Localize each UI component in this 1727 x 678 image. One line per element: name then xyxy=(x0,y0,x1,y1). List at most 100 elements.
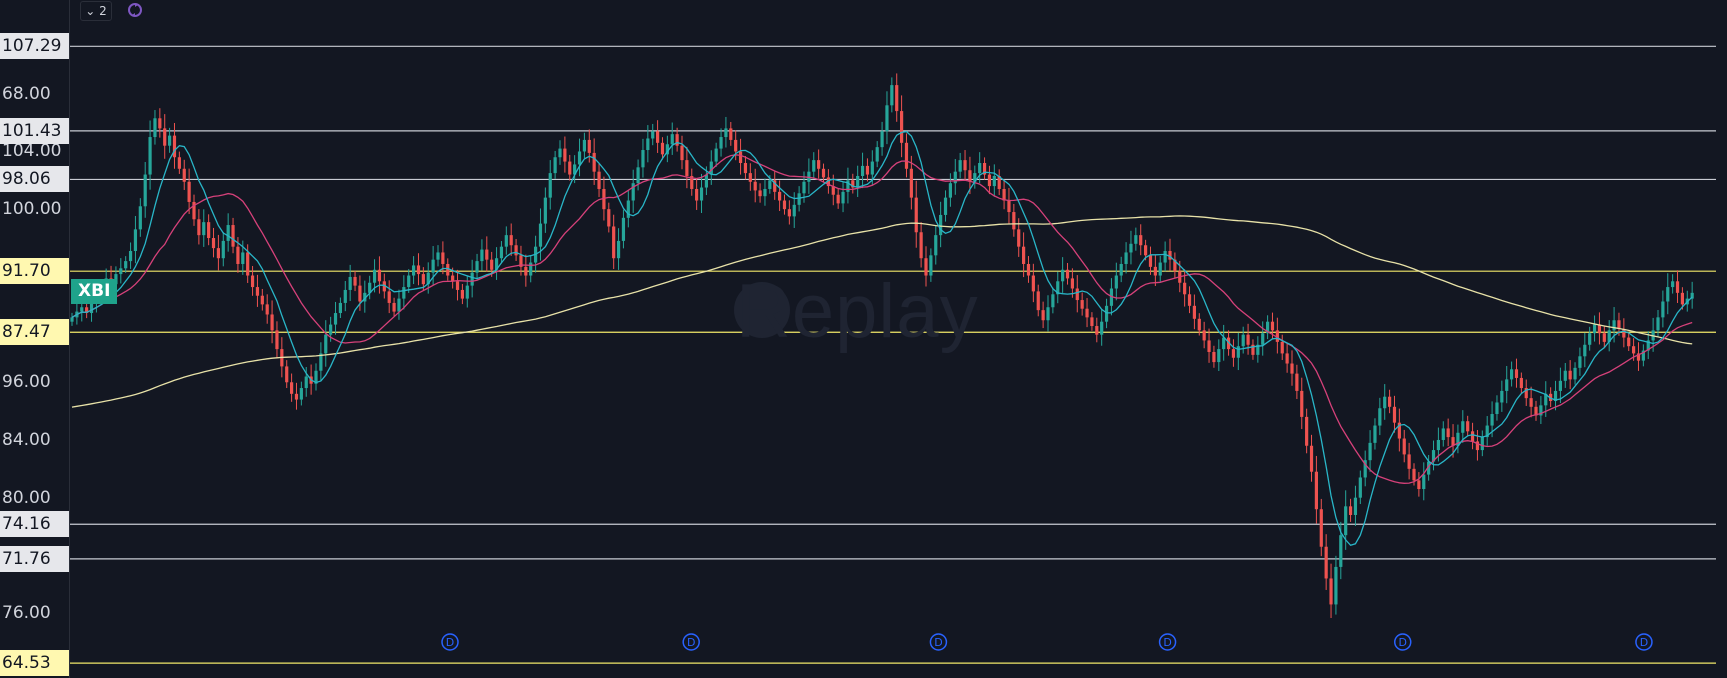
candle-body-179 xyxy=(943,197,948,215)
candle-body-26 xyxy=(197,219,201,236)
watermark-text: Replay xyxy=(736,269,979,354)
candle-body-147 xyxy=(787,209,791,217)
candle-body-219 xyxy=(1139,235,1143,246)
candle-body-69 xyxy=(407,275,411,288)
candle-body-262 xyxy=(1348,506,1353,515)
candle-body-257 xyxy=(1324,546,1328,579)
candle-body-306 xyxy=(1563,370,1567,381)
candle-body-201 xyxy=(1051,294,1055,308)
candle-body-53 xyxy=(329,324,333,335)
candle-body-289 xyxy=(1480,437,1484,451)
candle-body-135 xyxy=(729,128,733,140)
candle-body-297 xyxy=(1519,377,1523,389)
candle-body-29 xyxy=(211,238,216,249)
candle-body-24 xyxy=(187,181,191,202)
level-price-label-6: 71.76 xyxy=(0,545,69,572)
candle-body-233 xyxy=(1207,340,1211,352)
candle-body-100 xyxy=(558,148,562,158)
candle-body-277 xyxy=(1422,474,1426,490)
candle-body-263 xyxy=(1353,497,1358,515)
candle-body-329 xyxy=(1675,281,1680,293)
candle-body-74 xyxy=(431,259,435,273)
candle-body-142 xyxy=(763,188,767,197)
candle-body-19 xyxy=(163,128,167,146)
candle-body-21 xyxy=(172,135,177,158)
candle-body-82 xyxy=(470,272,474,286)
candle-body-246 xyxy=(1270,321,1275,331)
candle-body-170 xyxy=(900,111,904,143)
candle-body-264 xyxy=(1358,477,1362,498)
candle-body-83 xyxy=(475,261,479,273)
candle-body-58 xyxy=(353,276,357,286)
candle-body-89 xyxy=(504,235,508,247)
candle-body-212 xyxy=(1104,305,1109,322)
candle-body-59 xyxy=(358,285,362,302)
candle-body-287 xyxy=(1470,431,1475,442)
candle-body-98 xyxy=(548,173,552,198)
candle-body-117 xyxy=(641,150,645,168)
candle-body-52 xyxy=(324,334,328,354)
candle-body-15 xyxy=(143,174,147,207)
candle-body-139 xyxy=(748,173,752,182)
candle-body-199 xyxy=(1041,310,1045,321)
candle-body-197 xyxy=(1031,275,1035,292)
candle-body-280 xyxy=(1436,439,1440,451)
candle-body-106 xyxy=(587,139,591,153)
candle-body-67 xyxy=(397,298,401,312)
candle-body-31 xyxy=(221,240,225,259)
candle-body-244 xyxy=(1261,333,1265,345)
candle-body-47 xyxy=(299,388,303,400)
candle-body-41 xyxy=(270,314,274,331)
candle-body-240 xyxy=(1241,334,1245,347)
dividend-marker-label-3: D xyxy=(1163,636,1171,649)
candle-body-44 xyxy=(285,366,289,383)
candle-body-121 xyxy=(660,142,665,155)
candle-body-75 xyxy=(436,252,440,260)
candle-body-320 xyxy=(1632,346,1636,354)
candle-body-35 xyxy=(241,252,245,264)
candle-body-178 xyxy=(939,214,943,236)
candle-body-192 xyxy=(1007,200,1011,213)
candle-body-238 xyxy=(1231,349,1236,358)
candle-body-84 xyxy=(480,249,484,262)
candle-body-10 xyxy=(119,268,123,275)
candle-body-81 xyxy=(465,285,469,299)
candle-body-158 xyxy=(841,191,845,204)
candle-body-276 xyxy=(1417,480,1421,490)
candle-body-317 xyxy=(1617,320,1621,329)
candle-body-40 xyxy=(265,304,269,315)
sync-icon[interactable] xyxy=(127,2,143,18)
candle-body-46 xyxy=(294,393,299,400)
candle-body-239 xyxy=(1236,346,1240,358)
candle-body-105 xyxy=(582,139,586,152)
candle-body-130 xyxy=(704,174,708,188)
candle-body-97 xyxy=(543,197,547,224)
level-price-label-4: 87.47 xyxy=(0,319,69,346)
candle-body-207 xyxy=(1080,300,1084,309)
candle-body-291 xyxy=(1490,414,1494,426)
candle-body-295 xyxy=(1510,369,1514,380)
candle-body-282 xyxy=(1446,428,1450,438)
candle-body-77 xyxy=(446,263,450,276)
candle-body-286 xyxy=(1466,421,1470,432)
dividend-marker-label-4: D xyxy=(1398,636,1406,649)
candle-body-309 xyxy=(1578,356,1582,368)
candle-body-228 xyxy=(1183,282,1187,295)
candle-body-312 xyxy=(1592,324,1597,334)
candle-body-56 xyxy=(343,289,347,303)
candle-body-94 xyxy=(529,262,533,276)
candle-body-124 xyxy=(675,134,679,146)
candle-body-126 xyxy=(685,160,689,176)
collapse-panes-button[interactable]: ⌄ 2 xyxy=(80,1,112,21)
candle-body-45 xyxy=(290,382,294,394)
candle-body-211 xyxy=(1100,321,1104,335)
candle-body-308 xyxy=(1573,367,1577,380)
candle-body-214 xyxy=(1114,275,1118,289)
dividend-marker-label-1: D xyxy=(687,636,695,649)
candle-body-118 xyxy=(646,138,650,151)
candle-body-102 xyxy=(568,161,572,175)
candle-body-138 xyxy=(743,163,748,174)
candle-body-299 xyxy=(1529,398,1533,407)
candle-body-195 xyxy=(1022,246,1026,264)
candle-body-184 xyxy=(968,170,972,182)
